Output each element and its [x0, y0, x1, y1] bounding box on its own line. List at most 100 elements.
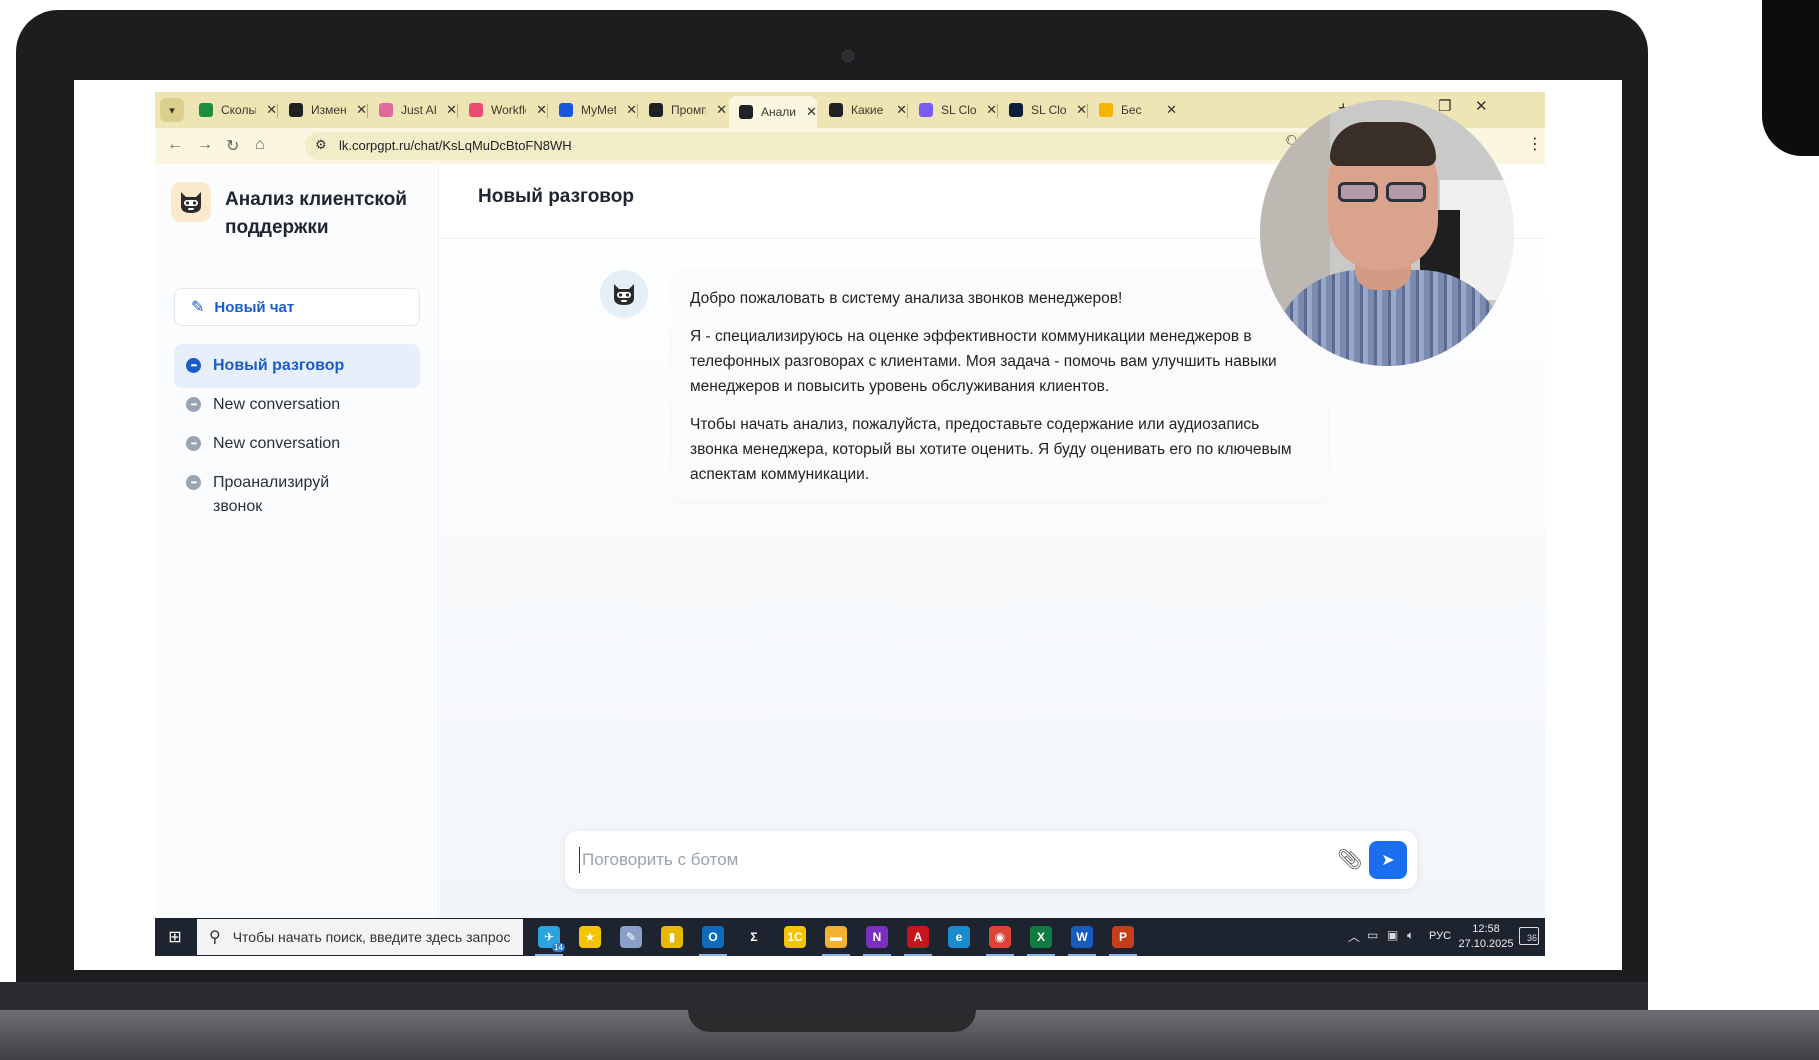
tab-close-icon[interactable]: ✕ — [806, 104, 817, 120]
powerpoint-taskbar-button[interactable]: P — [1101, 921, 1145, 956]
browser-tab[interactable]: SL Clou ✕ — [909, 96, 997, 124]
chat-bubble-icon: ••• — [186, 436, 201, 451]
outlook-taskbar-button[interactable]: O — [691, 921, 735, 956]
close-window-button[interactable]: ✕ — [1475, 97, 1488, 115]
browser-tab[interactable]: Workflo ✕ — [459, 96, 547, 124]
conversation-label: Новый разговор — [213, 357, 345, 374]
paperclip-icon[interactable]: 📎︎ — [1337, 847, 1362, 872]
tab-separator — [277, 104, 278, 118]
browser-tab[interactable]: Какие ✕ — [819, 96, 907, 124]
tab-favicon-icon — [199, 103, 213, 117]
conversation-item[interactable]: ••• New conversation — [174, 422, 420, 466]
back-button[interactable]: ← — [167, 136, 183, 154]
browser-tab[interactable]: MyMeta ✕ — [549, 96, 637, 124]
favorites-icon: ★ — [579, 926, 601, 948]
excel-taskbar-button[interactable]: X — [1019, 921, 1063, 956]
forward-button[interactable]: → — [197, 136, 213, 154]
battery-icon[interactable]: ▭ — [1367, 928, 1378, 942]
chat-bubble-icon: ••• — [186, 475, 201, 490]
paint-taskbar-button[interactable]: ✎ — [609, 921, 653, 953]
background-edge — [1762, 0, 1819, 156]
tab-close-icon[interactable]: ✕ — [536, 102, 547, 118]
taskbar-clock[interactable]: 12:58 27.10.2025 — [1458, 922, 1514, 952]
notes-icon: ▮ — [661, 926, 683, 948]
chat-bubble-icon: ••• — [186, 358, 201, 373]
notes-taskbar-button[interactable]: ▮ — [650, 921, 694, 953]
1c-taskbar-button[interactable]: 1С — [773, 921, 817, 953]
tab-close-icon[interactable]: ✕ — [896, 102, 907, 118]
browser-tab[interactable]: Измене ✕ — [279, 96, 367, 124]
tab-separator — [457, 104, 458, 118]
tab-label: Промп — [671, 103, 707, 117]
excel-glyph: X — [1036, 930, 1045, 944]
powerpoint-glyph: P — [1118, 930, 1127, 944]
browser-tab[interactable]: Сколько ✕ — [189, 96, 277, 124]
edge-icon: e — [948, 926, 970, 948]
tab-search-dropdown[interactable]: ▾ — [160, 98, 184, 122]
site-info-icon[interactable]: ⚙ — [315, 137, 327, 153]
robot-cat-icon — [614, 284, 634, 305]
send-arrow-icon: ➤ — [1381, 852, 1395, 869]
conversation-item[interactable]: ••• Новый разговор — [174, 344, 420, 388]
browser-tab[interactable]: SL Clou ✕ — [999, 96, 1087, 124]
favorites-taskbar-button[interactable]: ★ — [568, 921, 612, 953]
presenter-glasses — [1338, 182, 1378, 202]
taskbar-search-box[interactable]: ⚲ Чтобы начать поиск, введите здесь запр… — [197, 919, 523, 955]
tab-separator — [1087, 104, 1088, 118]
taskbar-search-placeholder: Чтобы начать поиск, введите здесь запрос — [232, 929, 511, 945]
telegram-taskbar-button[interactable]: ✈ 14 — [527, 921, 571, 956]
conversation-label: Проанализируй звонок — [213, 474, 330, 515]
tab-close-icon[interactable]: ✕ — [626, 102, 637, 118]
sigma-taskbar-button[interactable]: Σ — [732, 921, 776, 953]
message-input[interactable] — [579, 847, 1299, 873]
word-taskbar-button[interactable]: W — [1060, 921, 1104, 956]
tab-close-icon[interactable]: ✕ — [1166, 102, 1177, 118]
browser-tab[interactable]: Just AI ✕ — [369, 96, 457, 124]
laptop-scene: ▾ Сколько ✕ Измене ✕ Just AI ✕ Workflo ✕ MyMeta ✕… — [0, 0, 1819, 1060]
bot-message-paragraph: Чтобы начать анализ, пожалуйста, предост… — [690, 416, 1292, 483]
acrobat-taskbar-button[interactable]: A — [896, 921, 940, 956]
network-icon[interactable]: ▣ — [1387, 928, 1398, 942]
notification-center-icon[interactable]: 36 — [1519, 927, 1539, 945]
word-icon: W — [1071, 926, 1093, 948]
sigma-glyph: Σ — [750, 930, 758, 944]
paint-glyph: ✎ — [625, 930, 637, 944]
browser-tab[interactable]: Бес ✕ — [1089, 96, 1177, 124]
send-button[interactable]: ➤ — [1369, 841, 1407, 879]
tab-close-icon[interactable]: ✕ — [986, 102, 997, 118]
home-button[interactable]: ⌂ — [255, 136, 265, 154]
bot-message-paragraph: Добро пожаловать в систему анализа звонк… — [690, 290, 1123, 307]
conversation-item[interactable]: ••• New conversation — [174, 383, 420, 427]
tab-close-icon[interactable]: ✕ — [356, 102, 367, 118]
chrome-taskbar-button[interactable]: ◉ — [978, 921, 1022, 956]
browser-tab[interactable]: Промп ✕ — [639, 96, 727, 124]
new-chat-button[interactable]: ✎ Новый чат — [174, 288, 420, 326]
tray-expand-icon[interactable]: ︿ — [1348, 928, 1360, 945]
bot-message-paragraph: Я - специализируюсь на оценке эффективно… — [690, 328, 1277, 395]
reload-button[interactable]: ↻ — [226, 136, 239, 156]
tab-label: SL Clou — [1031, 103, 1067, 117]
laptop-opening-notch — [688, 1010, 976, 1032]
tab-close-icon[interactable]: ✕ — [1076, 102, 1087, 118]
file-explorer-taskbar-button[interactable]: ▬ — [814, 921, 858, 956]
volume-icon[interactable]: 🔈︎ — [1407, 928, 1414, 943]
browser-menu-icon[interactable]: ⋮ — [1527, 134, 1543, 154]
outlook-glyph: O — [708, 930, 718, 944]
tab-close-icon[interactable]: ✕ — [446, 102, 457, 118]
word-glyph: W — [1076, 930, 1088, 944]
webcam-lens — [842, 50, 854, 62]
tab-close-icon[interactable]: ✕ — [716, 102, 727, 118]
chrome-glyph: ◉ — [994, 930, 1006, 944]
tab-label: Just AI — [401, 103, 437, 117]
input-language[interactable]: РУС — [1429, 930, 1451, 942]
laptop-hinge — [0, 982, 1648, 1010]
tab-close-icon[interactable]: ✕ — [266, 102, 277, 118]
excel-icon: X — [1030, 926, 1052, 948]
address-bar[interactable]: ⚙ lk.corpgpt.ru/chat/KsLqMuDcBtoFN8WH — [305, 132, 1355, 160]
edge-taskbar-button[interactable]: e — [937, 921, 981, 953]
presenter-hair — [1330, 122, 1436, 166]
browser-tab[interactable]: Анализ ✕ — [729, 96, 817, 128]
conversation-item[interactable]: ••• Проанализируй звонок — [174, 461, 420, 529]
windows-start-button[interactable]: ⊞ — [155, 918, 195, 956]
onenote-taskbar-button[interactable]: N — [855, 921, 899, 956]
